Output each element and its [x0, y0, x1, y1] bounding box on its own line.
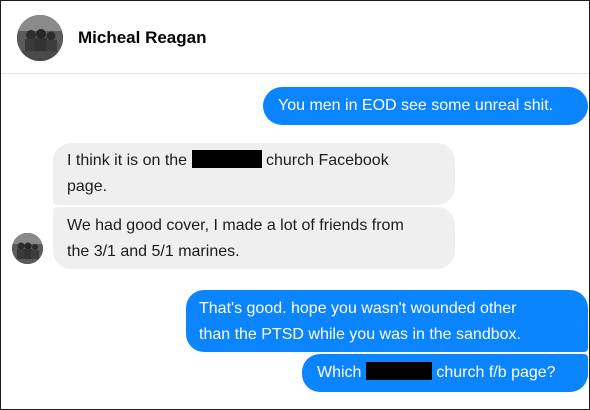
- message-line: page.: [67, 178, 108, 195]
- message-line: the 3/1 and 5/1 marines.: [67, 243, 240, 260]
- message-line: I think it is on the church Facebook: [67, 148, 455, 174]
- redaction-block: [191, 150, 262, 168]
- message-bubble-incoming[interactable]: I think it is on the church Facebook pag…: [53, 143, 455, 205]
- redaction-block: [365, 362, 432, 380]
- message-bubble-outgoing[interactable]: That's good. hope you wasn't wounded oth…: [186, 290, 588, 352]
- contact-name[interactable]: Micheal Reagan: [78, 28, 207, 48]
- message-line: That's good. hope you wasn't wounded oth…: [199, 300, 517, 317]
- chat-window: Micheal Reagan You men in EOD see some u…: [0, 0, 590, 410]
- message-text: I think it is on the: [67, 152, 188, 169]
- message-text: church Facebook: [265, 152, 389, 169]
- message-text: Which: [317, 364, 362, 381]
- message-text: church f/b page?: [436, 364, 556, 381]
- message-line: than the PTSD while you was in the sandb…: [199, 326, 521, 343]
- message-bubble-outgoing[interactable]: Which church f/b page?: [302, 354, 588, 392]
- message-bubble-incoming[interactable]: We had good cover, I made a lot of frien…: [53, 207, 455, 269]
- profile-photo-avatar-icon: [17, 15, 63, 61]
- message-bubble-outgoing[interactable]: You men in EOD see some unreal shit.: [263, 87, 588, 125]
- profile-photo-avatar-icon: [12, 233, 43, 264]
- message-text: You men in EOD see some unreal shit.: [278, 97, 554, 114]
- contact-avatar[interactable]: [17, 15, 63, 61]
- conversation-header: Micheal Reagan: [1, 1, 589, 74]
- message-line: We had good cover, I made a lot of frien…: [67, 217, 404, 234]
- sender-avatar[interactable]: [12, 233, 43, 264]
